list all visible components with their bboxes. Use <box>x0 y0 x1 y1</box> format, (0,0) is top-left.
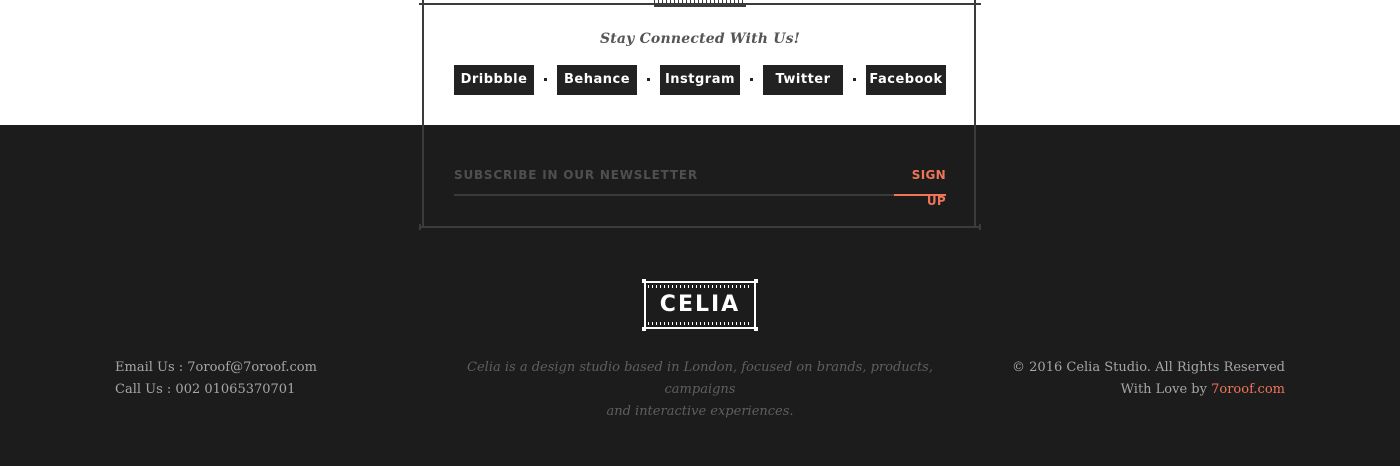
logo-corner-mark <box>754 327 758 331</box>
dribbble-button[interactable]: Dribbble <box>454 65 534 95</box>
credit-link[interactable]: 7oroof.com <box>1211 382 1285 397</box>
behance-button[interactable]: Behance <box>557 65 637 95</box>
separator-dot <box>544 78 547 81</box>
social-links: Dribbble Behance Instgram Twitter Facebo… <box>454 65 946 95</box>
description-line-2: and interactive experiences. <box>606 404 794 419</box>
newsletter-email-input[interactable] <box>454 162 884 188</box>
studio-description: Celia is a design studio based in London… <box>440 357 960 423</box>
logo-corner-mark <box>642 279 646 283</box>
twitter-button[interactable]: Twitter <box>763 65 843 95</box>
stay-connected-title: Stay Connected With Us! <box>599 31 801 47</box>
logo-corner-mark <box>754 279 758 283</box>
description-line-1: Celia is a design studio based in London… <box>467 360 933 397</box>
separator-dot <box>853 78 856 81</box>
frame-corner-tick <box>979 224 981 230</box>
separator-dot <box>750 78 753 81</box>
facebook-button[interactable]: Facebook <box>866 65 946 95</box>
frame-bottom-divider <box>419 226 981 228</box>
contact-info: Email Us : 7oroof@7oroof.com Call Us : 0… <box>115 357 317 401</box>
newsletter-form <box>454 162 894 196</box>
frame-corner-tick <box>419 224 421 230</box>
instagram-button[interactable]: Instgram <box>660 65 740 95</box>
celia-logo[interactable]: CELIA <box>644 281 756 329</box>
logo-text: CELIA <box>659 292 741 317</box>
separator-dot <box>647 78 650 81</box>
email-text: Email Us : 7oroof@7oroof.com <box>115 360 317 375</box>
copyright-text: © 2016 Celia Studio. All Rights Reserved <box>1012 360 1285 375</box>
credit-line: With Love by 7oroof.com <box>985 379 1285 401</box>
signup-button[interactable]: SIGN UP <box>894 162 946 208</box>
credit-prefix: With Love by <box>1120 382 1212 397</box>
frame-serrated-ornament <box>654 0 746 7</box>
phone-text: Call Us : 002 01065370701 <box>115 382 296 397</box>
logo-corner-mark <box>642 327 646 331</box>
copyright-info: © 2016 Celia Studio. All Rights Reserved… <box>985 357 1285 401</box>
